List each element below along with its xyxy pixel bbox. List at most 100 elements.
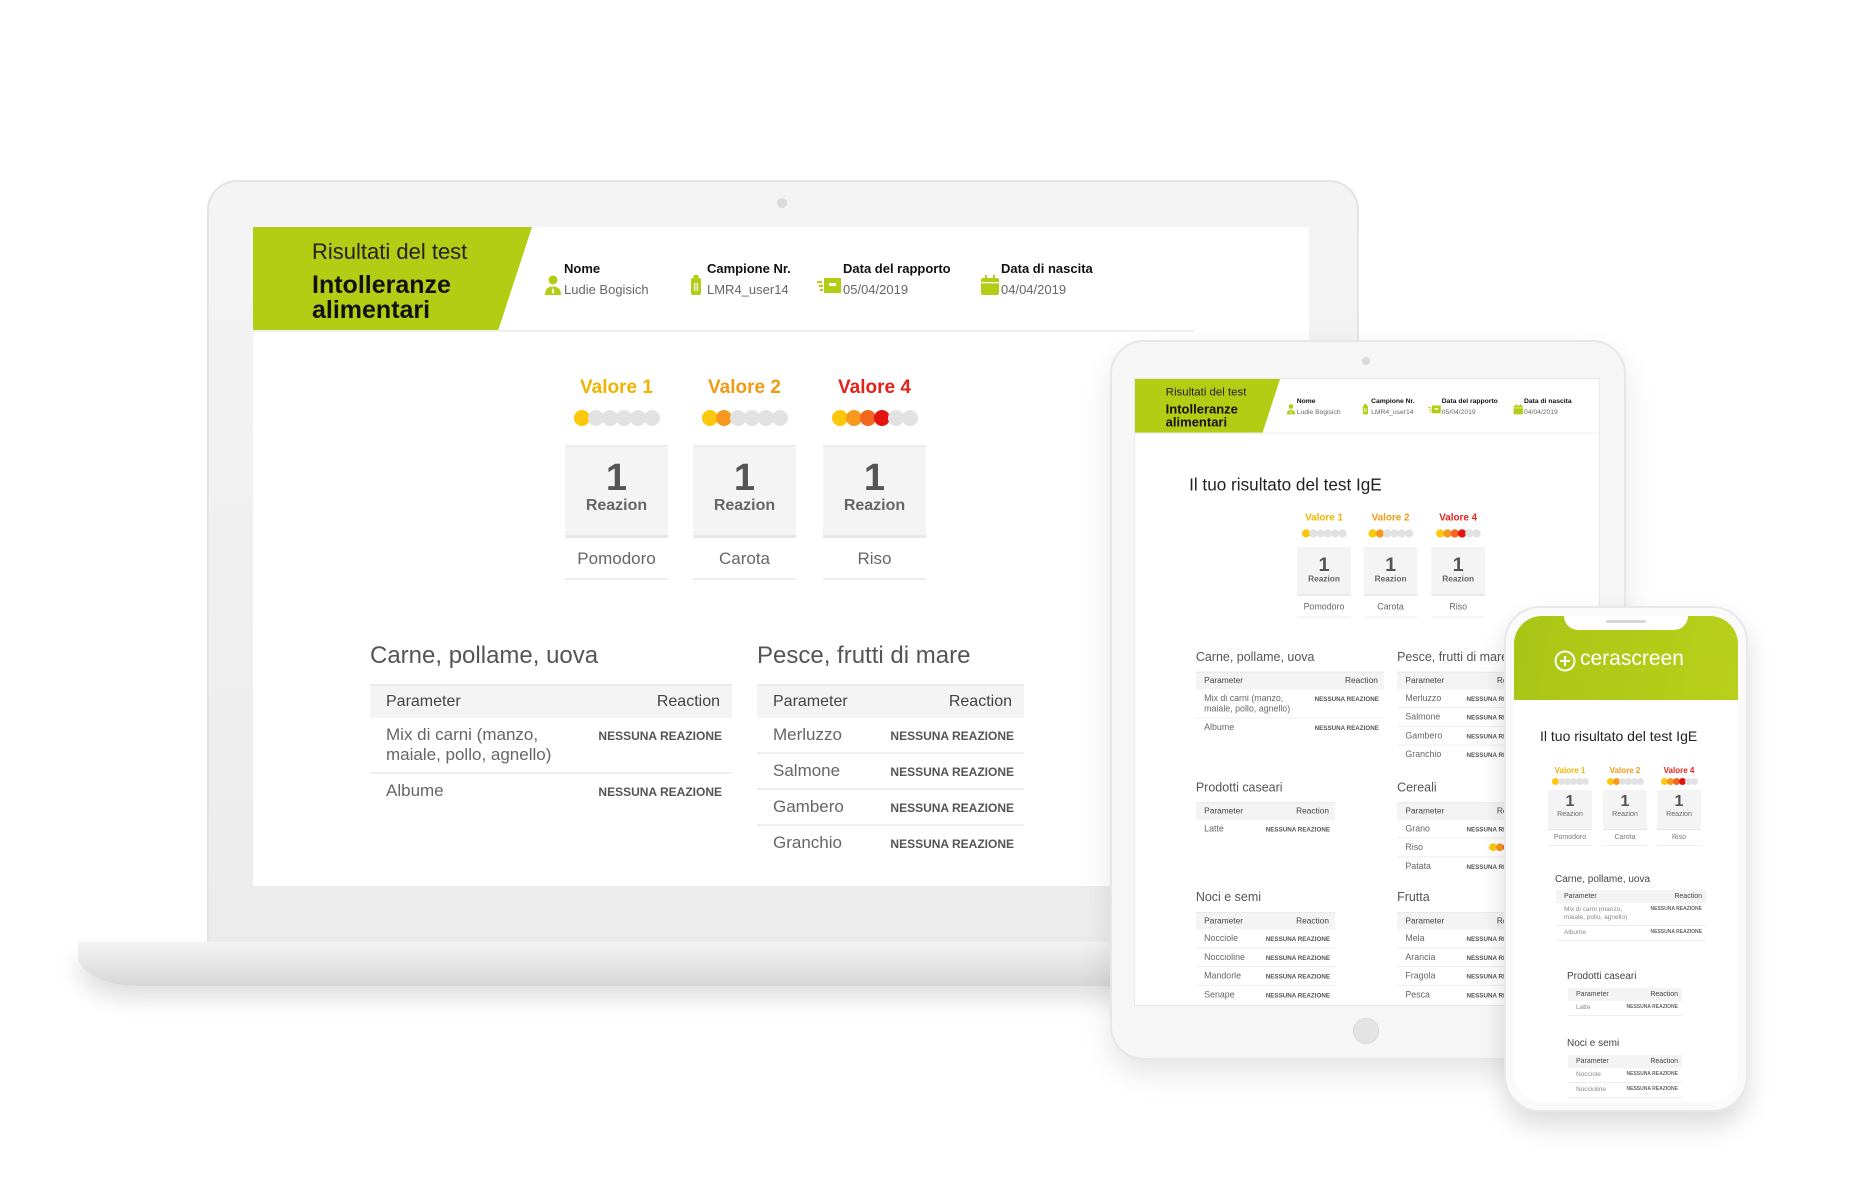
parameter-name: Latte [1576, 1004, 1591, 1011]
column-header-reaction: Reaction [948, 693, 1012, 710]
reaction-count-box: 1 Reazion [1297, 547, 1351, 596]
table-row: Mandorle NESSUNA REAZIONE [1195, 967, 1336, 986]
reaction-unit: Reazion [585, 497, 648, 514]
category-title: Noci e semi [1195, 890, 1262, 905]
reaction-count-box: 1 Reazion [1431, 547, 1485, 596]
reaction-count: 1 [863, 457, 886, 499]
reaction-value: NESSUNA REAZIONE [1265, 954, 1330, 962]
result-level-dots [1297, 529, 1351, 538]
parameter-name: Merluzzo [1405, 693, 1442, 703]
column-header-parameter: Parameter [1204, 806, 1244, 816]
result-level-label: Valore 1 [1554, 766, 1586, 775]
laptop-camera [777, 198, 787, 208]
reaction-count-box: 1 Reazion [1657, 790, 1701, 830]
reaction-value: NESSUNA REAZIONE [1626, 1071, 1679, 1077]
table-header: Parameter Reaction [1568, 988, 1682, 1001]
table-row: Albume NESSUNA REAZIONE [1196, 719, 1384, 737]
calendar-icon [979, 274, 1001, 296]
parameter-name: Mix di carni (manzo, maiale, pollo, agne… [1564, 906, 1628, 921]
parameter-name: Senape [1204, 989, 1235, 1000]
level-dot-empty [1636, 778, 1644, 785]
tablet-home-button[interactable] [1353, 1018, 1379, 1044]
reaction-count-box: 1 Reazion [1363, 547, 1418, 596]
table-header: Parameter Reaction [1568, 1055, 1682, 1068]
report-kicker: Risultati del test [1165, 385, 1247, 399]
info-value: 05/04/2019 [1441, 407, 1476, 416]
reaction-count-box: 1 Reazion [565, 445, 668, 538]
table-row: Noccioline NESSUNA REAZIONE [1568, 1083, 1682, 1098]
parameter-name: Granchio [773, 833, 842, 852]
level-dot-empty [901, 410, 918, 426]
table-row: Merluzzo NESSUNA REAZIONE [757, 718, 1024, 754]
parameter-name: Arancia [1405, 952, 1436, 962]
reaction-count-box: 1 Reazion [693, 445, 796, 538]
category-title: Pesce, frutti di mare [1397, 649, 1509, 664]
result-card[interactable]: Valore 4 1 Reazion Riso [1657, 766, 1701, 866]
result-level-label: Valore 1 [580, 377, 653, 398]
reaction-unit: Reazion [1442, 574, 1475, 584]
result-level-dots [1364, 529, 1418, 538]
result-card[interactable]: Valore 1 1 Reazion Pomodoro [1548, 766, 1592, 866]
info-value: LMR4_user14 [707, 282, 789, 297]
phone-screen: cerascreen Il tuo risultato del test IgE V… [1514, 616, 1738, 1102]
column-header-reaction: Reaction [1674, 893, 1702, 900]
reaction-count: 1 [1674, 793, 1684, 810]
result-food-name: Pomodoro [1548, 834, 1592, 846]
user-icon [1285, 403, 1296, 415]
reaction-count-box: 1 Reazion [823, 445, 926, 538]
result-level-label: Valore 4 [1439, 512, 1478, 524]
header-divider [1135, 432, 1599, 434]
column-header-parameter: Parameter [1405, 916, 1445, 926]
reaction-value: NESSUNA REAZIONE [1265, 825, 1330, 833]
reaction-unit: Reazion [1557, 811, 1583, 818]
column-header-reaction: Reaction [656, 693, 720, 710]
user-icon [542, 274, 564, 296]
parameter-name: Noccioline [1204, 952, 1245, 962]
category-title: Noci e semi [1567, 1038, 1620, 1049]
phone-device: cerascreen Il tuo risultato del test IgE V… [1504, 606, 1748, 1112]
table-header: Parameter Reaction [370, 684, 732, 718]
result-food-name: Riso [1431, 596, 1485, 618]
category-title: Carne, pollame, uova [370, 642, 599, 669]
info-value: LMR4_user14 [1371, 407, 1414, 416]
result-food-name: Pomodoro [565, 538, 668, 580]
category-title: Frutta [1397, 890, 1430, 905]
info-value: 04/04/2019 [1523, 407, 1558, 416]
table-header: Parameter Reaction [1195, 912, 1336, 930]
reaction-unit: Reazion [843, 497, 906, 514]
results-table: Parameter Reaction Latte NESSUNA REAZIONE [1568, 988, 1682, 1016]
delivery-box-icon [1428, 403, 1442, 414]
parameter-name: Patata [1405, 861, 1431, 871]
table-row: Latte NESSUNA REAZIONE [1568, 1001, 1682, 1016]
category-title: Pesce, frutti di mare [757, 642, 971, 669]
table-row: Senape NESSUNA REAZIONE [1196, 986, 1335, 1004]
header-divider [253, 330, 1194, 332]
column-header-parameter: Parameter [386, 693, 461, 710]
parameter-name: Albume [1204, 722, 1235, 733]
reaction-value: NESSUNA REAZIONE [1650, 929, 1703, 935]
result-level-label: Valore 1 [1305, 512, 1343, 524]
result-card[interactable]: Valore 2 1 Reazion Carota [1603, 766, 1647, 866]
reaction-value: NESSUNA REAZIONE [1650, 906, 1703, 912]
reaction-value: NESSUNA REAZIONE [1314, 724, 1379, 732]
reaction-value: NESSUNA REAZIONE [1265, 972, 1330, 981]
column-header-reaction: Reaction [1650, 1058, 1678, 1065]
column-header-parameter: Parameter [1576, 991, 1609, 998]
result-food-name: Carota [1603, 834, 1647, 846]
result-level-dots [565, 410, 668, 426]
parameter-name: Noccioline [1576, 1086, 1606, 1093]
parameter-name: Grano [1405, 823, 1430, 834]
parameter-name: Albume [1564, 929, 1587, 936]
phone-speaker [1606, 620, 1646, 623]
level-dot-empty [1690, 778, 1698, 785]
table-row: Nocciole NESSUNA REAZIONE [1195, 930, 1336, 949]
table-header: Parameter Reaction [1195, 802, 1336, 820]
info-label: Nome [1296, 396, 1316, 405]
parameter-name: Salmone [1405, 711, 1441, 722]
column-header-reaction: Reaction [1296, 806, 1329, 816]
result-heading: Il tuo risultato del test IgE [1189, 474, 1382, 494]
table-row: Albume NESSUNA REAZIONE [370, 774, 732, 809]
result-food-name: Riso [1657, 834, 1701, 846]
result-level-label: Valore 2 [1609, 766, 1641, 775]
result-heading: Il tuo risultato del test IgE [1540, 728, 1698, 744]
